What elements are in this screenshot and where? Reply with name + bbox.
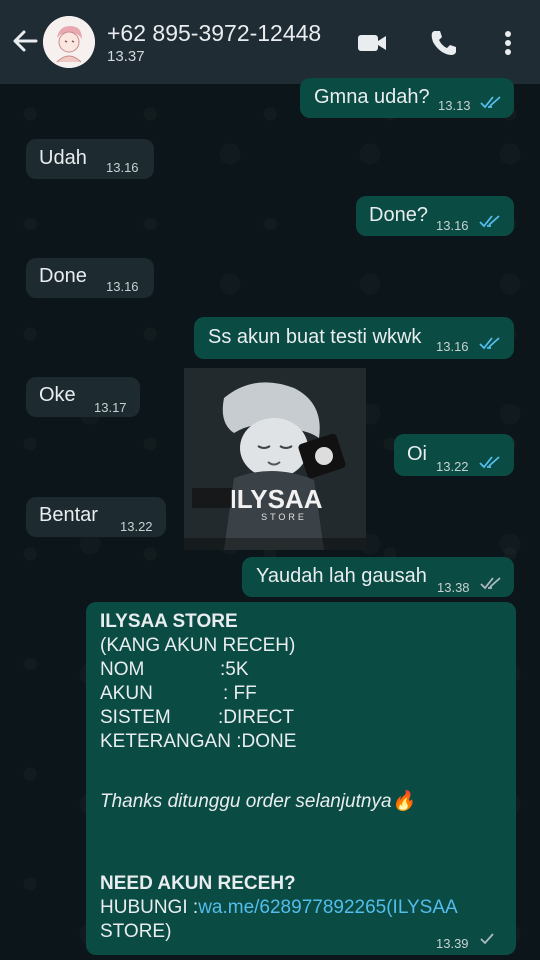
contact-line: HUBUNGI :wa.me/628977892265(ILYSAA [100,896,458,920]
message-time: 13.17 [94,400,127,415]
back-arrow-icon[interactable] [10,26,40,56]
keterangan-line: KETERANGAN :DONE [100,731,297,752]
contact-name[interactable]: +62 895-3972-12448 [107,20,321,47]
thanks-line: Thanks ditunggu order selanjutnya🔥 [100,790,415,814]
sistem-value: :DIRECT [218,707,294,728]
message-bubble[interactable]: Yaudah lah gausah 13.38 [242,557,514,597]
akun-value: : FF [223,683,257,704]
wa-link[interactable]: wa.me/628977892265 [198,897,386,918]
message-text: Bentar [39,504,98,526]
contact-prefix: HUBUNGI : [100,897,199,918]
video-call-icon[interactable] [356,27,388,59]
logo-text: ILYSAA [230,484,323,514]
message-time: 13.22 [436,459,469,474]
akun-label: AKUN [100,683,153,704]
last-seen-time: 13.37 [107,48,145,65]
delivered-ticks-icon [480,577,501,590]
phone-icon[interactable] [428,27,460,59]
message-bubble[interactable]: Gmna udah? 13.13 [300,78,514,118]
message-time: 13.16 [106,279,139,294]
message-text: Udah [39,147,87,169]
message-text: Gmna udah? [314,86,430,108]
read-ticks-icon [479,215,500,228]
message-time: 13.39 [436,936,469,951]
message-text: Yaudah lah gausah [256,565,427,587]
message-bubble[interactable]: Done 13.16 [26,258,154,298]
nom-value: :5K [220,659,249,680]
message-bubble[interactable]: Bentar 13.22 [26,497,166,537]
store-tagline: (KANG AKUN RECEH) [100,635,296,656]
contact-suffix[interactable]: (ILYSAA [386,897,457,918]
sistem-label: SISTEM [100,707,171,728]
message-text: Oke [39,384,76,406]
read-ticks-icon [479,337,500,350]
message-time: 13.38 [437,580,470,595]
message-time: 13.22 [120,519,153,534]
nom-label: NOM [100,659,145,680]
more-vert-icon[interactable] [492,27,524,59]
message-bubble[interactable]: Done? 13.16 [356,196,514,236]
message-time: 13.16 [106,160,139,175]
message-bubble[interactable]: Udah 13.16 [26,139,154,179]
message-text: Done [39,265,87,287]
message-bubble[interactable]: Oke 13.17 [26,377,140,417]
message-text: Done? [369,204,428,226]
contact-suffix-line: STORE) [100,921,172,942]
message-bubble[interactable]: Oi 13.22 [394,434,514,476]
store-message-bubble[interactable]: ILYSAA STORE (KANG AKUN RECEH) NOM :5K A… [86,602,516,955]
avatar[interactable] [43,16,95,68]
message-time: 13.16 [436,218,469,233]
message-time: 13.13 [438,98,471,113]
store-name: ILYSAA STORE [100,611,238,632]
anime-logo-image: ILYSAA STORE [184,368,366,550]
sent-tick-icon [480,933,494,945]
message-text: Oi [407,443,427,465]
read-ticks-icon [479,456,500,469]
message-time: 13.16 [436,339,469,354]
fire-emoji: 🔥 [391,791,416,812]
logo-subtext: STORE [261,512,307,522]
read-ticks-icon [480,96,501,109]
need-heading: NEED AKUN RECEH? [100,873,296,894]
message-bubble[interactable]: Ss akun buat testi wkwk 13.16 [194,317,514,359]
message-text: Ss akun buat testi wkwk [208,326,422,348]
image-message[interactable]: ILYSAA STORE [184,368,366,550]
chat-header: +62 895-3972-12448 13.37 [0,0,540,84]
thanks-text: Thanks ditunggu order selanjutnya [100,791,392,812]
